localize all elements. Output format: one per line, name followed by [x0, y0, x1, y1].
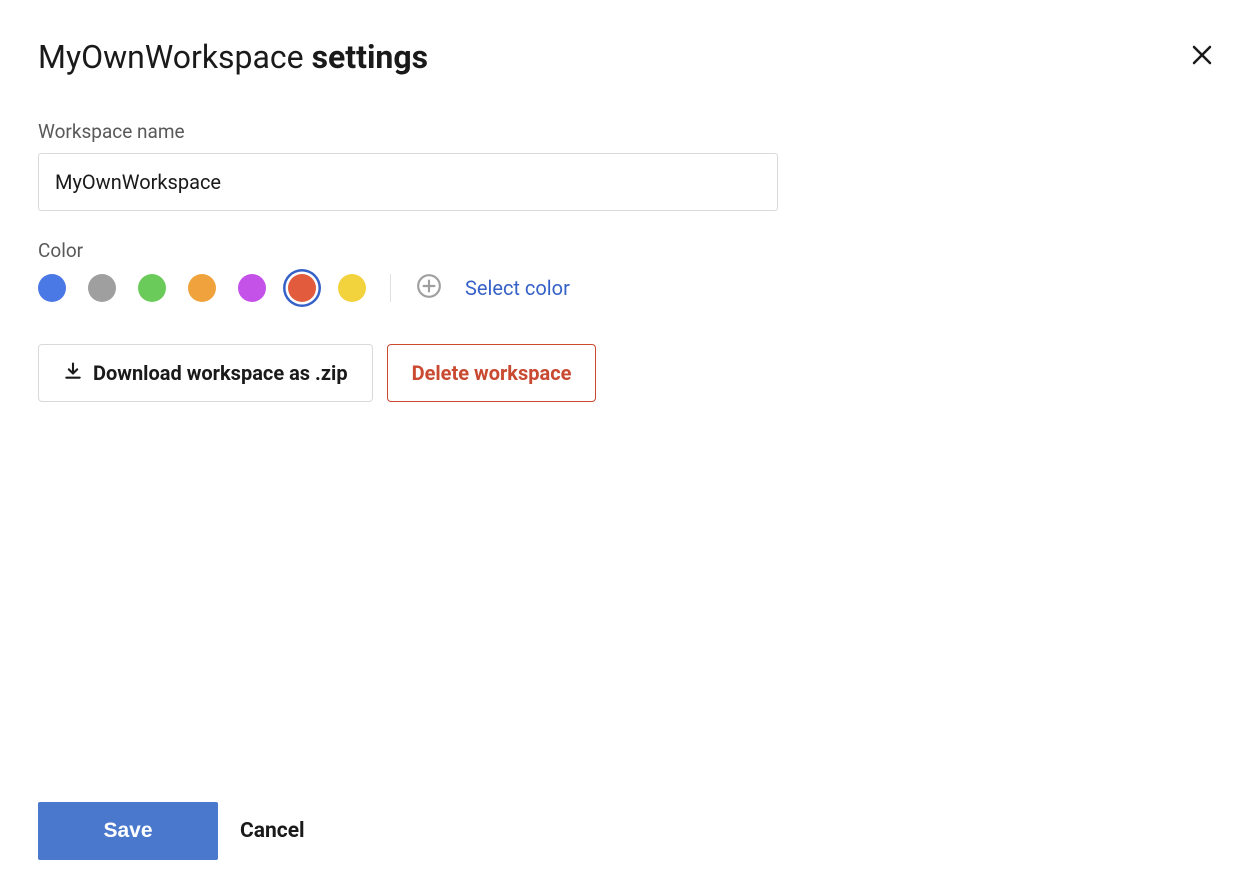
workspace-actions-row: Download workspace as .zip Delete worksp… — [38, 344, 1218, 402]
workspace-name-label: Workspace name — [38, 120, 1218, 143]
title-workspace-name: MyOwnWorkspace — [38, 38, 304, 76]
select-color-link[interactable]: Select color — [465, 276, 570, 300]
dialog-header: MyOwnWorkspace settings — [38, 38, 1218, 76]
color-swatch-gray[interactable] — [88, 274, 116, 302]
add-color-button[interactable] — [415, 274, 443, 302]
title-suffix: settings — [312, 38, 429, 76]
color-swatch-orange[interactable] — [188, 274, 216, 302]
color-section: Color Select color — [38, 239, 1218, 302]
color-swatch-yellow[interactable] — [338, 274, 366, 302]
color-swatch-row: Select color — [38, 274, 1218, 302]
download-workspace-button[interactable]: Download workspace as .zip — [38, 344, 373, 402]
delete-workspace-button[interactable]: Delete workspace — [387, 344, 597, 402]
download-button-label: Download workspace as .zip — [93, 361, 348, 385]
color-swatch-blue[interactable] — [38, 274, 66, 302]
dialog-footer: Save Cancel — [38, 802, 305, 860]
cancel-button[interactable]: Cancel — [240, 819, 305, 843]
download-icon — [63, 361, 83, 386]
color-swatch-purple[interactable] — [238, 274, 266, 302]
save-button[interactable]: Save — [38, 802, 218, 860]
plus-circle-icon — [416, 273, 442, 303]
color-swatch-red[interactable] — [288, 274, 316, 302]
color-swatch-green[interactable] — [138, 274, 166, 302]
color-divider — [390, 274, 391, 302]
page-title: MyOwnWorkspace settings — [38, 38, 428, 76]
delete-button-label: Delete workspace — [412, 361, 572, 385]
close-icon — [1190, 52, 1214, 71]
close-button[interactable] — [1186, 39, 1218, 75]
workspace-name-section: Workspace name — [38, 120, 1218, 211]
color-label: Color — [38, 239, 1218, 262]
workspace-name-input[interactable] — [38, 153, 778, 211]
